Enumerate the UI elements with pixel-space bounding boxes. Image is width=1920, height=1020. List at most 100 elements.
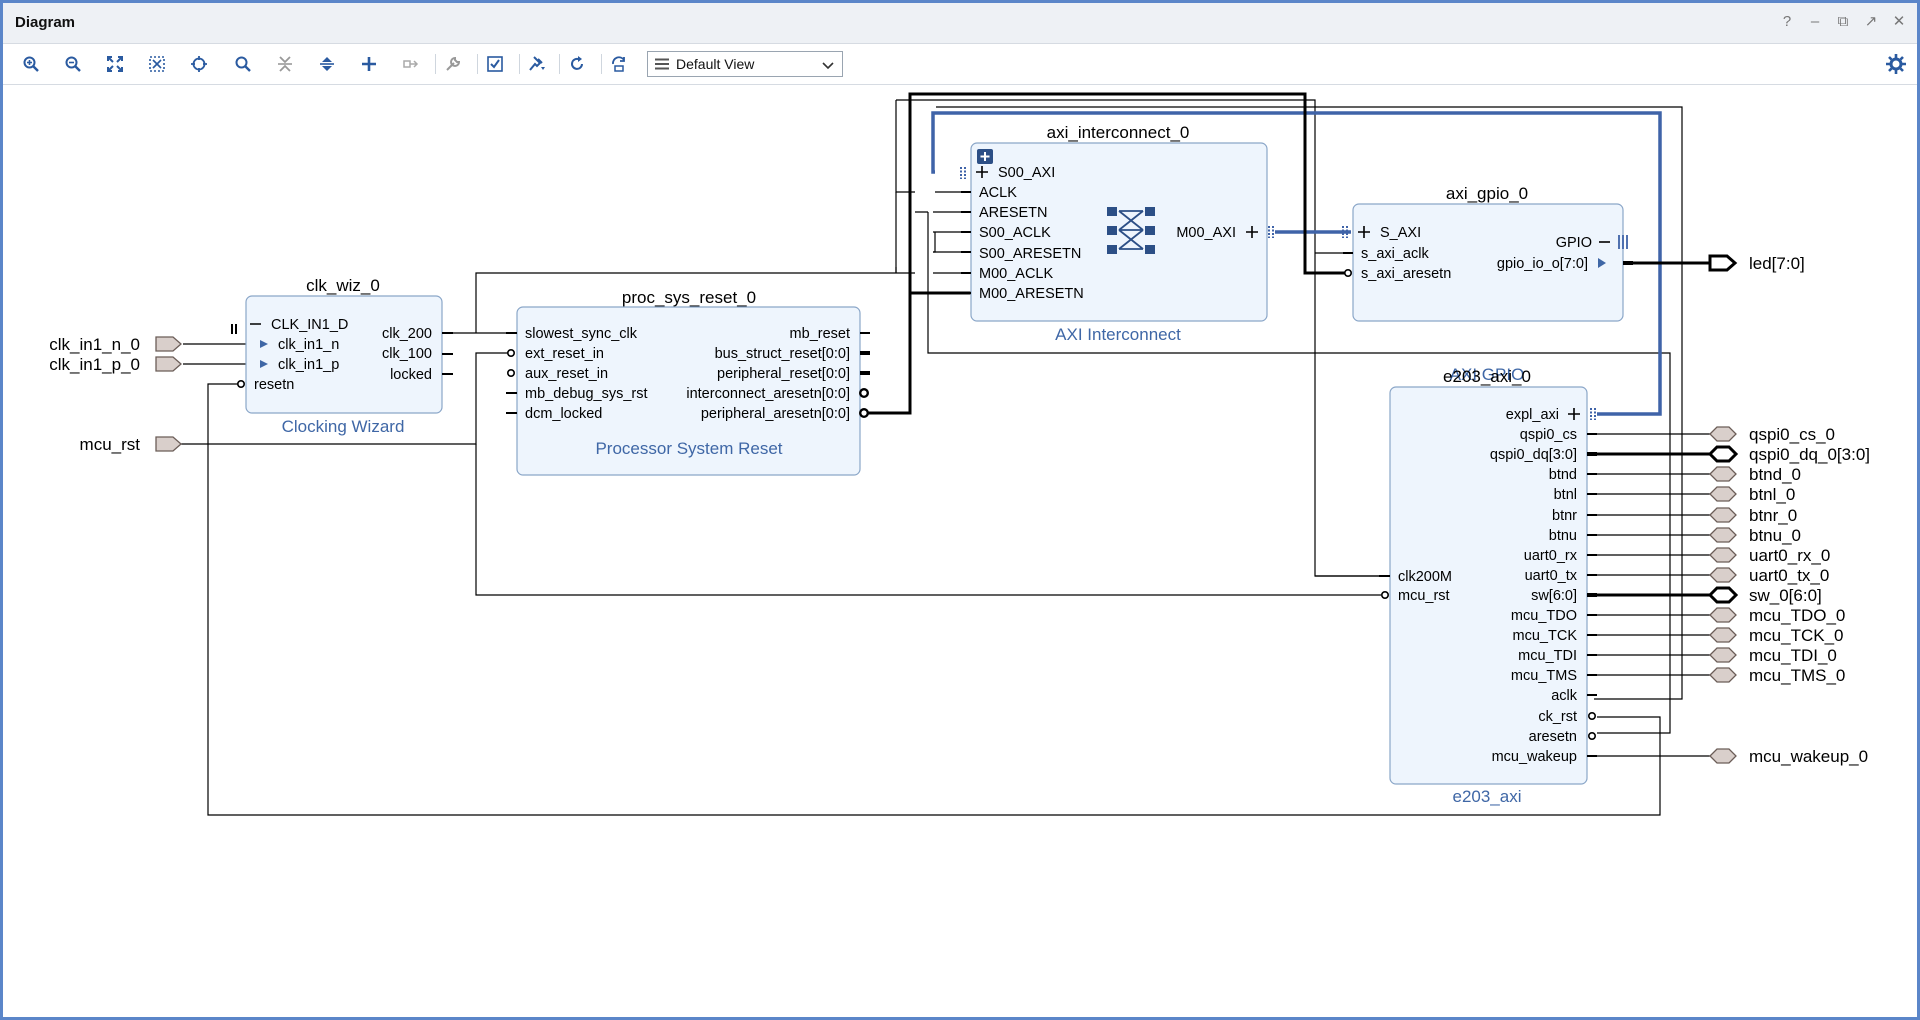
pin-mcu-wakeup[interactable]: mcu_wakeup bbox=[1492, 749, 1577, 765]
pin-clk-200[interactable]: clk_200 bbox=[382, 326, 432, 342]
wrench-icon[interactable] bbox=[441, 53, 465, 75]
pin-aresetn[interactable]: aresetn bbox=[1529, 729, 1577, 745]
port-btnu-0[interactable]: btnu_0 bbox=[1709, 526, 1801, 545]
pin-uart0-rx[interactable]: uart0_rx bbox=[1524, 548, 1578, 564]
regenerate-icon[interactable] bbox=[607, 53, 631, 75]
minimize-icon[interactable]: – bbox=[1807, 13, 1823, 31]
pin-s-axi-aresetn[interactable]: s_axi_aresetn bbox=[1361, 266, 1451, 282]
pin-btnd[interactable]: btnd bbox=[1549, 467, 1577, 483]
pin-mb-reset[interactable]: mb_reset bbox=[790, 326, 850, 342]
pin-mb-debug-sys-rst[interactable]: mb_debug_sys_rst bbox=[525, 386, 648, 402]
pin-uart0-tx[interactable]: uart0_tx bbox=[1525, 568, 1578, 584]
view-select[interactable]: Default View bbox=[647, 51, 843, 77]
block-axi-gpio[interactable]: axi_gpio_0 S_AXI s_axi_aclk s_axi_areset… bbox=[1342, 184, 1633, 384]
port-uart0-tx-0[interactable]: uart0_tx_0 bbox=[1709, 566, 1829, 585]
pin-gpio[interactable]: GPIO bbox=[1556, 235, 1592, 251]
view-select-label: Default View bbox=[676, 56, 755, 72]
port-mcu-tck-0[interactable]: mcu_TCK_0 bbox=[1709, 626, 1843, 645]
pin-interconnect-aresetn[interactable]: interconnect_aresetn[0:0] bbox=[686, 386, 850, 402]
pin-gpio-io-o[interactable]: gpio_io_o[7:0] bbox=[1497, 256, 1588, 272]
port-btnl-0[interactable]: btnl_0 bbox=[1709, 485, 1795, 504]
port-sw-0-6-0[interactable]: sw_0[6:0] bbox=[1707, 586, 1822, 605]
pin-bus-struct-reset[interactable]: bus_struct_reset[0:0] bbox=[715, 346, 850, 362]
pin-m00-aclk[interactable]: M00_ACLK bbox=[979, 266, 1053, 282]
zoom-fit-icon[interactable] bbox=[103, 53, 127, 75]
pin-slowest-sync-clk[interactable]: slowest_sync_clk bbox=[525, 326, 638, 342]
pin-btnr[interactable]: btnr bbox=[1552, 508, 1577, 524]
port-label: mcu_TDI_0 bbox=[1749, 646, 1837, 665]
port-mcu-wakeup-0[interactable]: mcu_wakeup_0 bbox=[1709, 747, 1868, 766]
pin-ck-rst[interactable]: ck_rst bbox=[1538, 709, 1577, 725]
close-icon[interactable]: ✕ bbox=[1891, 13, 1907, 31]
block-clk-wiz[interactable]: clk_wiz_0 CLK_IN1_D clk_in1_n clk_in1_p … bbox=[231, 276, 453, 436]
pin-aresetn[interactable]: ARESETN bbox=[979, 205, 1048, 221]
pin-clk-in1-p[interactable]: clk_in1_p bbox=[278, 357, 339, 373]
pin-aclk[interactable]: aclk bbox=[1551, 688, 1578, 704]
port-btnr-0[interactable]: btnr_0 bbox=[1709, 506, 1797, 525]
gear-icon[interactable] bbox=[1885, 53, 1907, 75]
port-uart0-rx-0[interactable]: uart0_rx_0 bbox=[1709, 546, 1830, 565]
pin-sw-6-0[interactable]: sw[6:0] bbox=[1531, 588, 1577, 604]
pin-aux-reset-in[interactable]: aux_reset_in bbox=[525, 366, 608, 382]
restore-icon[interactable]: ⧉ bbox=[1835, 13, 1851, 31]
help-icon[interactable]: ? bbox=[1779, 13, 1795, 31]
port-mcu-tdo-0[interactable]: mcu_TDO_0 bbox=[1709, 606, 1845, 625]
zoom-area-icon[interactable] bbox=[145, 53, 169, 75]
center-icon[interactable] bbox=[187, 53, 211, 75]
pin-mcu-tck[interactable]: mcu_TCK bbox=[1513, 628, 1578, 644]
pin-m00-axi[interactable]: M00_AXI bbox=[1176, 225, 1236, 241]
pin-mcu-tms[interactable]: mcu_TMS bbox=[1511, 668, 1577, 684]
pin-dcm-locked[interactable]: dcm_locked bbox=[525, 406, 602, 422]
pin-btnl[interactable]: btnl bbox=[1554, 487, 1577, 503]
pin-s-axi[interactable]: S_AXI bbox=[1380, 225, 1421, 241]
search-icon[interactable] bbox=[231, 53, 255, 75]
pin-clk200m[interactable]: clk200M bbox=[1398, 569, 1452, 585]
pin-mcu-rst[interactable]: mcu_rst bbox=[1398, 588, 1450, 604]
pin-peripheral-aresetn[interactable]: peripheral_aresetn[0:0] bbox=[701, 406, 850, 422]
pin-icon[interactable] bbox=[525, 53, 549, 75]
pin-expl-axi[interactable]: expl_axi bbox=[1506, 407, 1559, 423]
float-icon[interactable]: ↗ bbox=[1863, 13, 1879, 31]
pin-qspi0-cs[interactable]: qspi0_cs bbox=[1520, 427, 1577, 443]
port-btnd-0[interactable]: btnd_0 bbox=[1709, 465, 1801, 484]
port-mcu-tms-0[interactable]: mcu_TMS_0 bbox=[1709, 666, 1845, 685]
port-label: uart0_tx_0 bbox=[1749, 566, 1829, 585]
port-led[interactable]: led[7:0] bbox=[1708, 254, 1805, 273]
pin-ext-reset-in[interactable]: ext_reset_in bbox=[525, 346, 604, 362]
zoom-in-icon[interactable] bbox=[19, 53, 43, 75]
expand-icon[interactable] bbox=[315, 53, 339, 75]
zoom-out-icon[interactable] bbox=[61, 53, 85, 75]
pin-locked[interactable]: locked bbox=[390, 367, 432, 383]
add-ip-icon[interactable] bbox=[357, 53, 381, 75]
pin-resetn[interactable]: resetn bbox=[254, 377, 294, 393]
port-qspi0-cs-0[interactable]: qspi0_cs_0 bbox=[1709, 425, 1835, 444]
pin-aclk[interactable]: ACLK bbox=[979, 185, 1017, 201]
block-proc-sys-reset[interactable]: proc_sys_reset_0 slowest_sync_clk ext_re… bbox=[506, 288, 870, 476]
pin-s00-axi[interactable]: S00_AXI bbox=[998, 165, 1055, 181]
pin-s-axi-aclk[interactable]: s_axi_aclk bbox=[1361, 246, 1429, 262]
pin-mcu-tdi[interactable]: mcu_TDI bbox=[1518, 648, 1577, 664]
pin-mcu-tdo[interactable]: mcu_TDO bbox=[1511, 608, 1577, 624]
block-e203-axi[interactable]: e203_axi_0 clk200M mcu_rst expl_axi qspi0… bbox=[1379, 367, 1597, 806]
port-clk-in1-n-0[interactable]: clk_in1_n_0 bbox=[49, 335, 182, 354]
port-clk-in1-p-0[interactable]: clk_in1_p_0 bbox=[49, 355, 182, 374]
port-qspi0-dq-0-3-0[interactable]: qspi0_dq_0[3:0] bbox=[1707, 445, 1870, 464]
refresh-icon[interactable] bbox=[565, 53, 589, 75]
pin-s00-aclk[interactable]: S00_ACLK bbox=[979, 225, 1051, 241]
pin-m00-aresetn[interactable]: M00_ARESETN bbox=[979, 286, 1084, 302]
port-mcu-tdi-0[interactable]: mcu_TDI_0 bbox=[1709, 646, 1837, 665]
pin-peripheral-reset[interactable]: peripheral_reset[0:0] bbox=[717, 366, 850, 382]
pin-clk-in1-d[interactable]: CLK_IN1_D bbox=[271, 317, 348, 333]
pin-qspi0-dq-3-0[interactable]: qspi0_dq[3:0] bbox=[1490, 447, 1577, 463]
port-mcu-rst[interactable]: mcu_rst bbox=[80, 435, 182, 454]
connect-icon[interactable] bbox=[399, 53, 423, 75]
pin-btnu[interactable]: btnu bbox=[1549, 528, 1577, 544]
port-label: btnl_0 bbox=[1749, 485, 1795, 504]
pin-clk-in1-n[interactable]: clk_in1_n bbox=[278, 337, 339, 353]
block-axi-interconnect[interactable]: axi_interconnect_0 S00_AXI ACLK ARESETN … bbox=[960, 123, 1274, 344]
validate-icon[interactable] bbox=[483, 53, 507, 75]
pin-s00-aresetn[interactable]: S00_ARESETN bbox=[979, 246, 1081, 262]
block-design-canvas[interactable]: clk_wiz_0 CLK_IN1_D clk_in1_n clk_in1_p … bbox=[3, 85, 1917, 1017]
collapse-icon[interactable] bbox=[273, 53, 297, 75]
pin-clk-100[interactable]: clk_100 bbox=[382, 346, 432, 362]
